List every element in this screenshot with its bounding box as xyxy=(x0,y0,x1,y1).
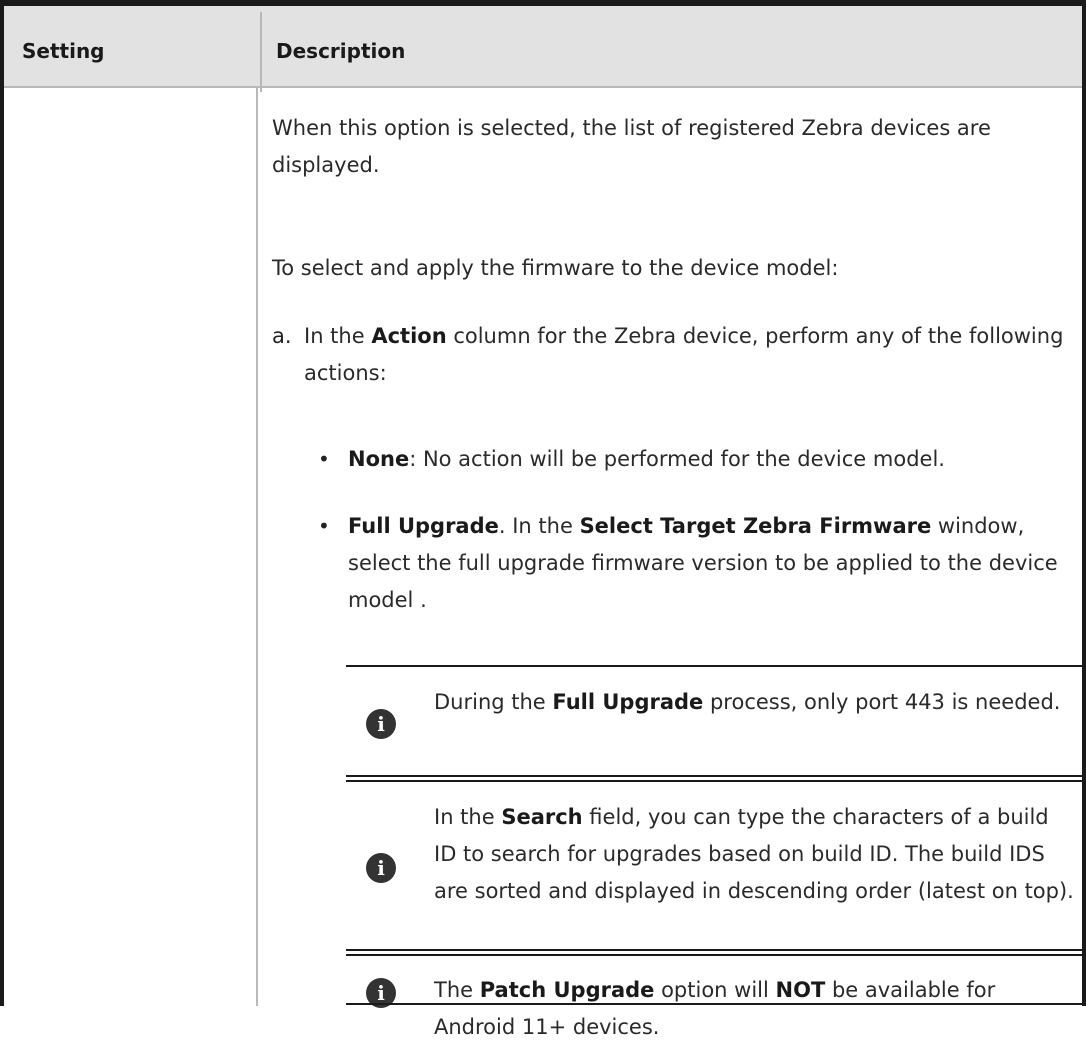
table-border-right xyxy=(1082,0,1086,1006)
table-header: Setting Description xyxy=(4,0,1082,92)
bullet-full-upgrade: Full Upgrade. In the Select Target Zebra… xyxy=(348,514,1058,612)
bullet-dot: • xyxy=(318,447,330,471)
header-bottom-rule xyxy=(4,86,1082,88)
instruction-paragraph: To select and apply the firmware to the … xyxy=(272,256,839,280)
bullet-none: None: No action will be performed for th… xyxy=(348,447,945,471)
info-icon: i xyxy=(366,853,396,883)
table-border-left xyxy=(0,0,4,1006)
info-icon: i xyxy=(366,709,396,739)
header-setting: Setting xyxy=(22,39,105,63)
note-patch-upgrade: The Patch Upgrade option will NOT be ava… xyxy=(434,978,996,1039)
bullet-dot: • xyxy=(318,514,330,538)
note-rule xyxy=(346,1003,1082,1005)
column-divider xyxy=(256,88,258,1006)
note-search-field: In the Search field, you can type the ch… xyxy=(434,805,1074,903)
note-rule xyxy=(346,949,1082,951)
step-a-text: In the Action column for the Zebra devic… xyxy=(304,324,1064,385)
note-rule xyxy=(346,780,1082,782)
note-rule xyxy=(346,954,1082,956)
header-divider xyxy=(260,12,262,92)
step-a-label: a. xyxy=(272,324,292,348)
settings-table: Setting Description When this option is … xyxy=(0,0,1086,1039)
note-rule xyxy=(346,665,1082,667)
header-description: Description xyxy=(276,39,406,63)
note-full-upgrade-port: During the Full Upgrade process, only po… xyxy=(434,690,1061,714)
note-rule xyxy=(346,775,1082,777)
action-term: Action xyxy=(371,324,447,348)
intro-paragraph: When this option is selected, the list o… xyxy=(272,116,991,177)
